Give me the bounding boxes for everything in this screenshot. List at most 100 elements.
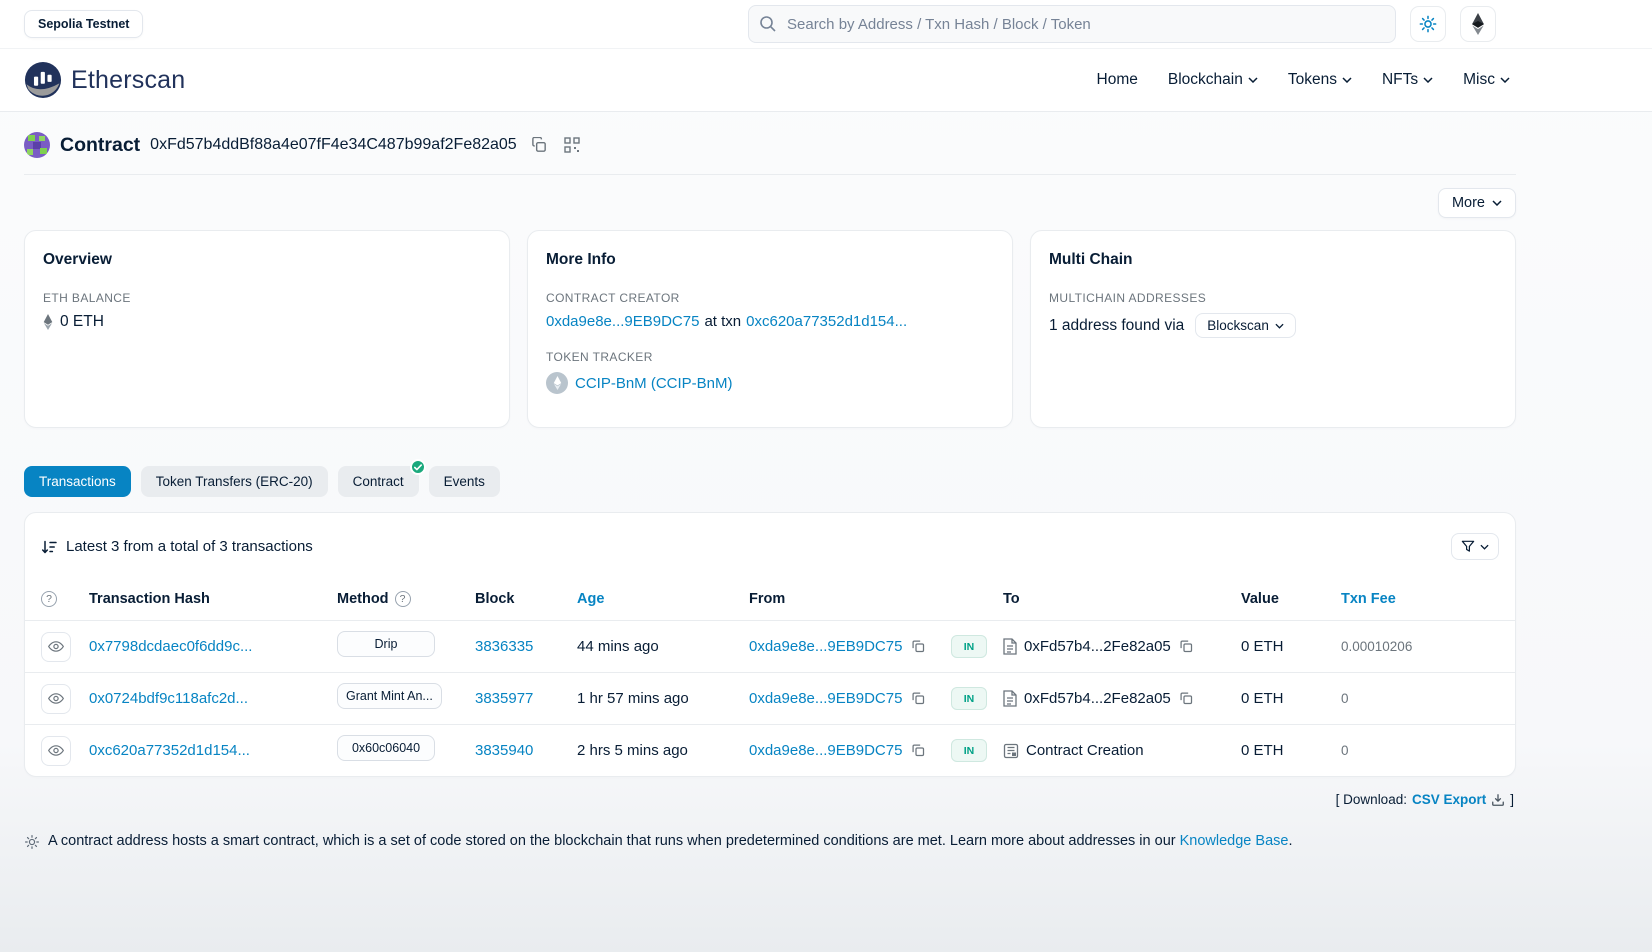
age-cell: 44 mins ago <box>577 638 749 655</box>
col-to: To <box>1003 591 1241 607</box>
creation-txn-link[interactable]: 0xc620a77352d1d154... <box>746 313 907 330</box>
to-address: 0xFd57b4...2Fe82a05 <box>1024 690 1171 707</box>
page-title: Contract <box>60 134 140 157</box>
nav-item-tokens[interactable]: Tokens <box>1288 71 1352 89</box>
value-cell: 0 ETH <box>1241 742 1341 759</box>
chevron-down-icon <box>1423 77 1433 83</box>
eth-glyph-icon <box>43 314 53 330</box>
copy-icon <box>911 691 926 706</box>
nav-item-home[interactable]: Home <box>1097 71 1138 89</box>
multichain-card-title: Multi Chain <box>1049 251 1497 269</box>
nav-item-misc[interactable]: Misc <box>1463 71 1510 89</box>
nav-item-blockchain[interactable]: Blockchain <box>1168 71 1258 89</box>
eth-balance-value: 0 ETH <box>60 313 104 331</box>
funnel-icon <box>1461 540 1475 553</box>
block-link[interactable]: 3835977 <box>475 690 533 707</box>
contract-creator-label: CONTRACT CREATOR <box>546 291 994 305</box>
creator-address-link[interactable]: 0xda9e8e...9EB9DC75 <box>546 313 699 330</box>
chevron-down-icon <box>1500 77 1510 83</box>
sun-icon <box>1419 15 1437 33</box>
more-row: More <box>24 175 1516 230</box>
copy-to-button[interactable] <box>1178 638 1195 655</box>
address-avatar <box>24 132 50 158</box>
csv-export-link[interactable]: CSV Export <box>1412 792 1486 807</box>
overview-card-title: Overview <box>43 251 491 269</box>
download-suffix: ] <box>1510 792 1514 807</box>
txn-hash-link[interactable]: 0x0724bdf9c118afc2d... <box>89 690 248 707</box>
more-dropdown-button[interactable]: More <box>1438 188 1516 218</box>
qr-code-button[interactable] <box>562 135 582 155</box>
top-bar: Sepolia Testnet <box>0 0 1652 48</box>
tx-preview-button[interactable] <box>41 736 71 766</box>
table-row: 0x7798dcdaec0f6dd9c... Drip 3836335 44 m… <box>25 620 1515 672</box>
etherscan-logo-icon <box>24 61 62 99</box>
tx-preview-button[interactable] <box>41 632 71 662</box>
filter-button[interactable] <box>1451 533 1499 560</box>
copy-icon <box>911 743 926 758</box>
copy-from-button[interactable] <box>910 742 927 759</box>
chevron-down-icon <box>1248 77 1258 83</box>
copy-from-button[interactable] <box>910 638 927 655</box>
search-bar <box>748 5 1396 43</box>
copy-address-button[interactable] <box>529 135 550 156</box>
table-row: 0x0724bdf9c118afc2d... Grant Mint An... … <box>25 672 1515 724</box>
tab-transactions[interactable]: Transactions <box>24 466 131 497</box>
method-badge: 0x60c06040 <box>337 735 435 761</box>
blockscan-dropdown-button[interactable]: Blockscan <box>1195 313 1296 338</box>
token-tracker-label: TOKEN TRACKER <box>546 350 994 364</box>
table-row: 0xc620a77352d1d154... 0x60c06040 3835940… <box>25 724 1515 776</box>
method-badge: Drip <box>337 631 435 657</box>
tip-icon <box>24 834 40 850</box>
col-age[interactable]: Age <box>577 591 749 607</box>
theme-toggle-button[interactable] <box>1410 6 1446 42</box>
fee-cell: 0.00010206 <box>1341 639 1499 654</box>
col-transaction-hash: Transaction Hash <box>89 591 337 607</box>
from-address-link[interactable]: 0xda9e8e...9EB9DC75 <box>749 742 902 759</box>
contract-file-icon <box>1003 638 1017 655</box>
table-header-row: Transaction Hash Method Block Age From T… <box>25 578 1515 620</box>
transactions-card: Latest 3 from a total of 3 transactions … <box>24 512 1516 777</box>
block-link[interactable]: 3835940 <box>475 742 533 759</box>
transactions-summary: Latest 3 from a total of 3 transactions <box>41 538 313 555</box>
tab-events[interactable]: Events <box>429 466 500 497</box>
knowledge-base-link[interactable]: Knowledge Base <box>1180 833 1289 849</box>
download-icon[interactable] <box>1491 793 1505 807</box>
nav-item-nfts[interactable]: NFTs <box>1382 71 1433 89</box>
brand-name: Etherscan <box>71 66 185 95</box>
from-address-link[interactable]: 0xda9e8e...9EB9DC75 <box>749 638 902 655</box>
info-cards: Overview ETH BALANCE 0 ETH More Info CON… <box>24 230 1516 428</box>
help-icon[interactable] <box>395 591 411 607</box>
txn-hash-link[interactable]: 0xc620a77352d1d154... <box>89 742 250 759</box>
search-input[interactable] <box>748 5 1396 43</box>
token-icon <box>546 372 568 394</box>
method-badge: Grant Mint An... <box>337 683 442 709</box>
contract-file-icon <box>1003 690 1017 707</box>
multichain-card: Multi Chain MULTICHAIN ADDRESSES 1 addre… <box>1030 230 1516 428</box>
copy-to-button[interactable] <box>1178 690 1195 707</box>
etherscan-logo[interactable]: Etherscan <box>24 61 185 99</box>
chevron-down-icon <box>1342 77 1352 83</box>
eye-icon <box>48 744 64 757</box>
tab-contract[interactable]: Contract <box>338 466 419 497</box>
copy-icon <box>531 137 548 154</box>
chevron-down-icon <box>1480 544 1489 550</box>
network-badge[interactable]: Sepolia Testnet <box>24 10 143 38</box>
to-address: Contract Creation <box>1026 742 1144 759</box>
tx-preview-button[interactable] <box>41 684 71 714</box>
direction-badge: IN <box>951 687 987 710</box>
block-link[interactable]: 3836335 <box>475 638 533 655</box>
col-txn-fee[interactable]: Txn Fee <box>1341 591 1499 607</box>
help-icon[interactable] <box>41 591 57 607</box>
txn-hash-link[interactable]: 0x7798dcdaec0f6dd9c... <box>89 638 252 655</box>
col-from: From <box>749 591 951 607</box>
from-address-link[interactable]: 0xda9e8e...9EB9DC75 <box>749 690 902 707</box>
chevron-down-icon <box>1492 200 1502 206</box>
token-tracker-link[interactable]: CCIP-BnM (CCIP-BnM) <box>575 375 733 392</box>
direction-badge: IN <box>951 739 987 762</box>
contract-creation-icon <box>1003 743 1019 759</box>
network-switch-button[interactable] <box>1460 6 1496 42</box>
copy-from-button[interactable] <box>910 690 927 707</box>
tab-token-transfers[interactable]: Token Transfers (ERC-20) <box>141 466 328 497</box>
eth-balance-label: ETH BALANCE <box>43 291 491 305</box>
qr-code-icon <box>564 137 580 153</box>
